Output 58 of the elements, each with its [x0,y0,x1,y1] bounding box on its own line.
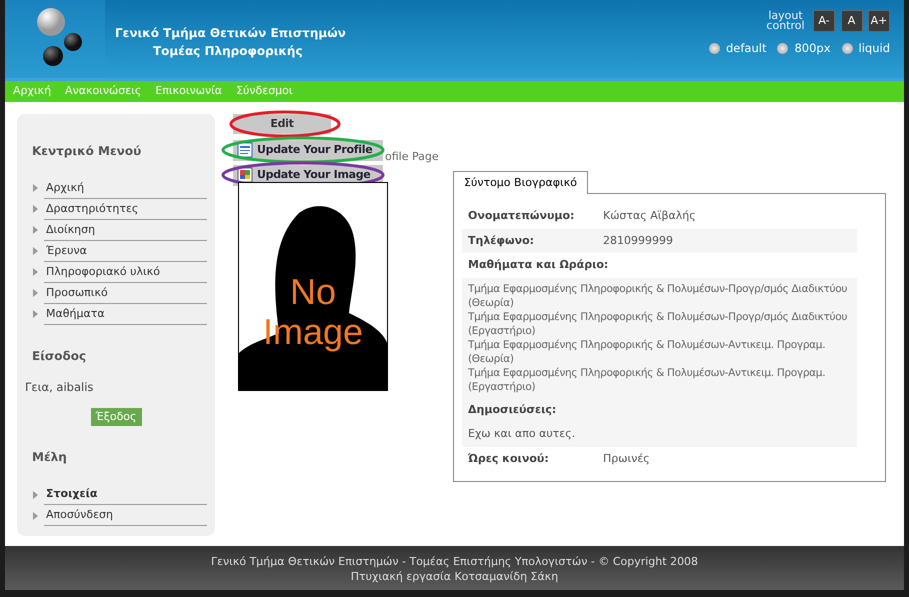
sidebar-heading: Κεντρικό Μενού [32,142,142,160]
triangle-icon [33,247,38,256]
course-type: (Θεωρία) [468,296,515,310]
font-size-button[interactable]: A+ [868,10,890,32]
field-value: 2810999999 [603,232,673,249]
triangle-icon [33,184,38,192]
menu-item[interactable]: Μαθήματα [44,304,207,325]
width-option-label[interactable]: liquid [858,40,890,58]
radio-button[interactable] [777,43,788,54]
field-value: Κώστας Αϊβαλής [603,208,696,224]
field-label: Δημοσιεύσεις: [468,402,556,418]
placeholder-text: No Image [262,272,364,352]
menu-item[interactable]: Διοίκηση [44,220,207,241]
course-type: (Εργαστήριο) [468,380,536,394]
sidebar-heading: Μέλη [32,449,68,466]
triangle-icon [33,512,38,520]
image-icon [237,167,253,184]
course-type: (Θεωρία) [468,352,515,366]
sidebar-heading: Είσοδος [32,348,88,365]
triangle-icon [33,268,38,276]
course-type: (Εργαστήριο) [468,324,536,338]
triangle-icon [33,205,38,214]
course-title: Τμήμα Εφαρμοσμένης Πληροφορικής & Πολυμέσων-Αντικειμ. Προγραμ. [468,366,826,380]
width-option-label[interactable]: 800px [794,40,831,58]
footer-text: Γενικό Τμήμα Θετικών Επιστημών - Τομέας Επιστήμης Υπολογιστών - © Copyright 2008 [210,554,700,570]
page-title-text: ofile Page [385,148,439,165]
field-label: Μαθήματα και Ωράριο: [468,257,608,274]
menu-item[interactable]: Προσωπικό [44,282,207,304]
greeting-text: Γεια, aibalis [25,378,94,396]
course-title: Τμήμα Εφαρμοσμένης Πληροφορικής & Πολυμέσων-Αντικειμ. Προγραμ. [468,338,826,352]
menu-item[interactable]: Πληροφοριακό υλικό [44,262,207,283]
triangle-icon [33,490,38,499]
field-label: Τηλέφωνο: [468,232,536,249]
tab[interactable]: Σύντομο Βιογραφικό [453,170,588,194]
font-size-button[interactable]: A [840,10,862,32]
triangle-icon [33,226,38,234]
menu-item[interactable]: Στοιχεία [44,484,207,506]
font-size-button[interactable]: A- [813,10,835,32]
triangle-icon [33,289,38,298]
document-icon [237,142,253,158]
radio-button[interactable] [842,43,853,54]
triangle-icon [33,310,38,318]
layout-control-label: layout control [765,11,806,31]
width-option-label[interactable]: default [726,40,766,58]
field-value: Εχω και απο αυτες. [468,426,576,442]
site-title: Γενικό Τμήμα Θετικών Επιστημών [115,25,346,42]
menu-item[interactable]: Έρευνα [44,240,207,262]
radio-button[interactable] [708,43,720,54]
course-title: Τμήμα Εφαρμοσμένης Πληροφορικής & Πολυμέσων-Προγρ/σμός Διαδικτύου [468,310,848,324]
field-label: Ονοματεπώνυμο: [468,208,576,224]
site-title: Τομέας Πληροφορικής [152,43,304,60]
menu-item[interactable]: Αρχική [44,178,207,199]
field-value: Πρωινές [603,450,650,467]
menu-item[interactable]: Δραστηριότητες [44,198,207,220]
course-title: Τμήμα Εφαρμοσμένης Πληροφορικής & Πολυμέσων-Προγρ/σμός Διαδικτύου [468,282,848,296]
footer-text: Πτυχιακή εργασία Κοτσαμανίδη Σάκη [350,569,560,584]
field-label: Ώρες κοινού: [468,450,550,467]
menu-item[interactable]: Αποσύνδεση [44,505,207,526]
